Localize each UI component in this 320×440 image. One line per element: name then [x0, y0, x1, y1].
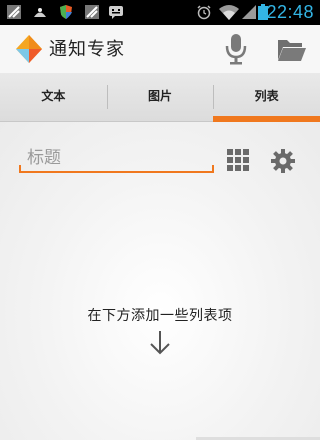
tab-image-label: 图片 [148, 89, 173, 103]
wifi-icon [219, 5, 239, 20]
gear-icon[interactable] [271, 149, 295, 173]
input-underline-tick [19, 165, 21, 173]
notification-icon [34, 8, 46, 17]
tab-image[interactable]: 图片 [106, 73, 214, 121]
signal-icon [242, 5, 256, 19]
action-bar [0, 25, 320, 73]
status-time: 22:48 [266, 2, 314, 22]
status-bar: 22:48 [0, 0, 320, 25]
tab-list-label: 列表 [254, 89, 279, 103]
notification-icon [7, 5, 21, 19]
app-title: 通知专家 [49, 39, 125, 60]
tab-text[interactable]: 文本 [0, 73, 107, 121]
tab-list[interactable]: 列表 [213, 73, 320, 122]
bbm-icon [109, 6, 123, 19]
tab-bar: 文本 图片 列表 [0, 73, 320, 122]
title-input[interactable] [19, 145, 214, 173]
empty-list-hint: 在下方添加一些列表项 [87, 308, 233, 324]
folder-icon[interactable] [277, 37, 307, 63]
alarm-icon [197, 5, 211, 20]
app-logo-icon [16, 35, 42, 63]
input-underline-tick [212, 165, 214, 173]
arrow-down-icon [150, 331, 170, 355]
grid-icon[interactable] [227, 149, 249, 171]
tab-text-label: 文本 [41, 89, 66, 103]
shield-icon [60, 5, 72, 19]
microphone-icon[interactable] [223, 33, 249, 65]
notification-icon [85, 5, 99, 19]
